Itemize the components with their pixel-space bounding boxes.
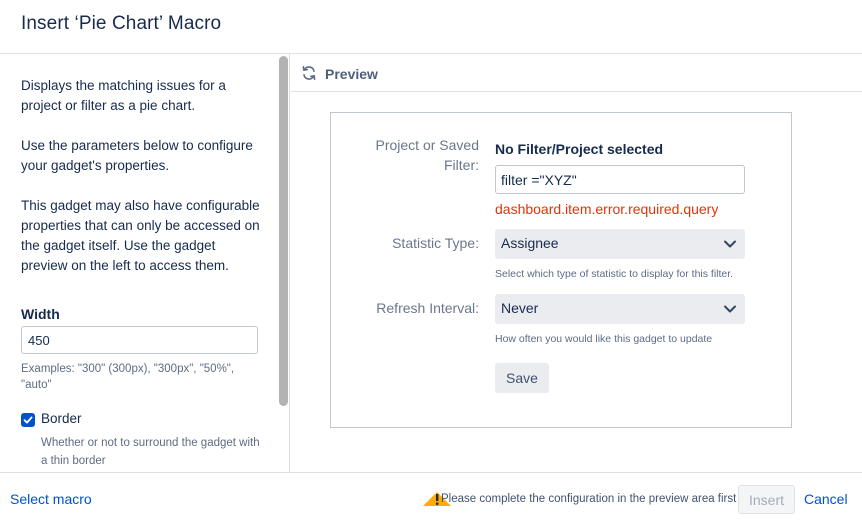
refresh-interval-help: How often you would like this gadget to … xyxy=(495,333,713,345)
filter-input[interactable] xyxy=(495,165,745,194)
refresh-interval-label: Refresh Interval: xyxy=(376,300,479,316)
statistic-type-help: Select which type of statistic to displa… xyxy=(495,268,734,280)
macro-description: Displays the matching issues for a proje… xyxy=(21,78,226,113)
dialog-header: Insert ‘Pie Chart’ Macro xyxy=(0,0,862,54)
filter-label: Project or Saved Filter: xyxy=(375,137,480,173)
chevron-down-icon xyxy=(724,240,736,248)
insert-button[interactable]: Insert xyxy=(738,485,795,514)
dialog-title: Insert ‘Pie Chart’ Macro xyxy=(21,13,222,34)
checkmark-icon xyxy=(23,416,33,424)
refresh-interval-value: Never xyxy=(501,300,539,316)
dialog-footer: Select macro Please complete the configu… xyxy=(0,472,862,522)
macro-parameters-panel: Displays the matching issues for a proje… xyxy=(0,54,290,472)
statistic-type-label: Statistic Type: xyxy=(392,235,479,251)
statistic-type-select[interactable]: Assignee xyxy=(495,229,745,259)
gadget-config-form: Project or Saved Filter: No Filter/Proje… xyxy=(330,112,792,428)
width-help-text: Examples: "300" (300px), "300px", "50%",… xyxy=(21,363,235,391)
preview-title: Preview xyxy=(325,66,378,82)
refresh-interval-select[interactable]: Never xyxy=(495,294,745,324)
warning-message: Please complete the configuration in the… xyxy=(441,493,737,505)
width-label: Width xyxy=(21,306,60,322)
select-macro-link[interactable]: Select macro xyxy=(10,491,92,507)
save-button[interactable]: Save xyxy=(495,363,549,393)
width-input[interactable] xyxy=(21,326,258,354)
chevron-down-icon xyxy=(724,305,736,313)
border-checkbox[interactable] xyxy=(21,413,35,427)
left-panel-scrollbar[interactable] xyxy=(279,56,288,406)
refresh-icon[interactable] xyxy=(301,65,317,81)
statistic-type-value: Assignee xyxy=(501,235,559,251)
filter-error-message: dashboard.item.error.required.query xyxy=(495,201,719,217)
filter-status: No Filter/Project selected xyxy=(495,141,664,157)
border-label[interactable]: Border xyxy=(41,411,82,426)
gadget-note: This gadget may also have configurable p… xyxy=(21,198,260,273)
border-help-text: Whether or not to surround the gadget wi… xyxy=(41,437,260,467)
preview-header: Preview xyxy=(291,54,862,92)
cancel-link[interactable]: Cancel xyxy=(804,491,848,507)
parameters-instructions: Use the parameters below to configure yo… xyxy=(21,138,253,173)
